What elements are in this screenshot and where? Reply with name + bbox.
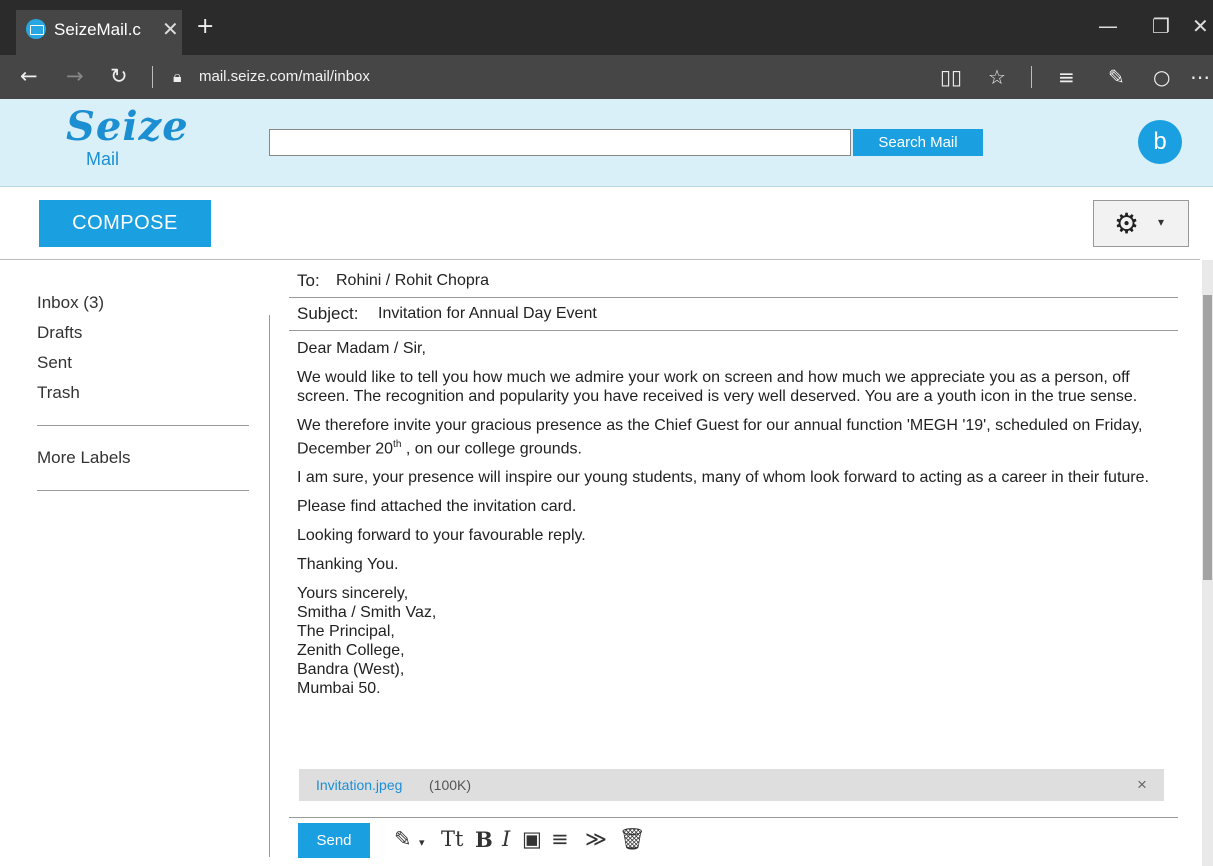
hub-icon[interactable]: ≡ bbox=[1058, 65, 1075, 89]
logo-subtitle: Mail bbox=[86, 149, 120, 169]
chevron-down-icon: ▾ bbox=[1158, 215, 1165, 229]
more-icon[interactable]: ⋯ bbox=[1190, 65, 1210, 89]
toolbar-divider bbox=[0, 259, 1200, 260]
sidebar: Inbox (3) Drafts Sent Trash More Labels bbox=[37, 288, 249, 491]
sidebar-divider bbox=[37, 490, 249, 491]
signature-line: Mumbai 50. bbox=[297, 680, 381, 698]
compose-button[interactable]: COMPOSE bbox=[39, 200, 211, 247]
browser-tab[interactable]: SeizeMail.c ✕ bbox=[16, 10, 182, 55]
trash-icon[interactable]: 🗑︎ bbox=[619, 827, 646, 852]
close-window-icon[interactable]: ✕ bbox=[1192, 14, 1209, 38]
scrollbar-thumb[interactable] bbox=[1203, 295, 1212, 580]
chevron-down-icon[interactable]: ▾ bbox=[419, 836, 425, 849]
attachment-name[interactable]: Invitation.jpeg bbox=[316, 777, 402, 793]
attachment-bar: Invitation.jpeg (100K) × bbox=[299, 769, 1164, 801]
share-icon[interactable]: ○ bbox=[1153, 65, 1170, 89]
body-paragraph: Looking forward to your favourable reply… bbox=[297, 527, 586, 545]
search-mail-button[interactable]: Search Mail bbox=[853, 129, 983, 156]
body-paragraph: We would like to tell you how much we ad… bbox=[297, 369, 1138, 405]
signature-line: Zenith College, bbox=[297, 642, 405, 660]
restore-icon[interactable]: ❐ bbox=[1152, 14, 1170, 38]
avatar[interactable]: b bbox=[1138, 120, 1182, 164]
favorites-icon[interactable]: ☆ bbox=[988, 65, 1006, 89]
address-separator bbox=[152, 66, 153, 88]
back-icon[interactable]: ← bbox=[20, 64, 38, 88]
url-field[interactable]: mail.seize.com/mail/inbox bbox=[199, 68, 370, 85]
new-tab-button[interactable]: + bbox=[196, 14, 214, 39]
toolbar-separator bbox=[1031, 66, 1032, 88]
to-label: To: bbox=[297, 271, 320, 290]
pane-divider bbox=[269, 315, 270, 857]
sidebar-item-inbox[interactable]: Inbox (3) bbox=[37, 288, 249, 318]
gear-icon: ⚙ bbox=[1114, 207, 1140, 240]
tab-title: SeizeMail.c bbox=[54, 20, 141, 39]
forward-icon[interactable]: → bbox=[66, 64, 84, 88]
bold-button[interactable]: B bbox=[475, 827, 493, 852]
body-paragraph: Thanking You. bbox=[297, 556, 399, 574]
more-formatting-icon[interactable]: ≫ bbox=[585, 827, 607, 851]
attach-icon[interactable]: ✎ bbox=[394, 827, 412, 851]
attachment-size: (100K) bbox=[429, 777, 472, 793]
signature-line: Yours sincerely, bbox=[297, 585, 409, 603]
body-paragraph: I am sure, your presence will inspire ou… bbox=[297, 469, 1149, 487]
browser-tab-bar: SeizeMail.c ✕ + — ❐ ✕ bbox=[0, 0, 1213, 55]
logo[interactable]: Seize bbox=[66, 103, 189, 150]
body-paragraph: Please find attached the invitation card… bbox=[297, 498, 577, 516]
greeting: Dear Madam / Sir, bbox=[297, 340, 426, 357]
address-bar: ← → ↻ 🔒︎ mail.seize.com/mail/inbox ▯▯ ☆ … bbox=[0, 55, 1213, 99]
list-icon[interactable]: ≡ bbox=[551, 827, 569, 851]
signature: Yours sincerely, Smitha / Smith Vaz, The… bbox=[297, 584, 1172, 698]
lock-icon: 🔒︎ bbox=[173, 67, 182, 86]
signature-line: The Principal, bbox=[297, 623, 395, 641]
sidebar-item-sent[interactable]: Sent bbox=[37, 348, 249, 378]
signature-line: Bandra (West), bbox=[297, 661, 405, 679]
web-note-icon[interactable]: ✎ bbox=[1108, 65, 1125, 89]
body-paragraph: We therefore invite your gracious presen… bbox=[297, 416, 1172, 458]
subject-field[interactable]: Subject: Invitation for Annual Day Event bbox=[289, 299, 1178, 331]
sidebar-item-drafts[interactable]: Drafts bbox=[37, 318, 249, 348]
search-input[interactable] bbox=[269, 129, 851, 156]
sidebar-item-more-labels[interactable]: More Labels bbox=[37, 443, 249, 473]
body-text-span: , on our college grounds. bbox=[401, 440, 582, 458]
refresh-icon[interactable]: ↻ bbox=[110, 64, 128, 88]
sidebar-item-trash[interactable]: Trash bbox=[37, 378, 249, 408]
to-value[interactable]: Rohini / Rohit Chopra bbox=[336, 272, 489, 290]
sidebar-divider bbox=[37, 425, 249, 426]
compose-divider bbox=[289, 817, 1178, 818]
message-body[interactable]: Dear Madam / Sir, We would like to tell … bbox=[297, 339, 1172, 708]
remove-attachment-icon[interactable]: × bbox=[1137, 775, 1147, 795]
minimize-icon[interactable]: — bbox=[1098, 14, 1118, 38]
subject-label: Subject: bbox=[297, 304, 359, 323]
text-color-icon[interactable]: ▣ bbox=[522, 827, 542, 851]
settings-button[interactable]: ⚙ ▾ bbox=[1093, 200, 1189, 247]
to-field[interactable]: To: Rohini / Rohit Chopra bbox=[289, 266, 1178, 298]
send-button[interactable]: Send bbox=[298, 823, 370, 858]
italic-button[interactable]: I bbox=[502, 827, 510, 851]
reading-view-icon[interactable]: ▯▯ bbox=[940, 65, 962, 89]
mail-header: Seize Mail Search Mail b bbox=[0, 99, 1213, 187]
tab-close-icon[interactable]: ✕ bbox=[162, 17, 179, 42]
font-size-button[interactable]: Tt bbox=[441, 827, 463, 851]
mail-favicon-icon bbox=[26, 19, 46, 39]
signature-line: Smitha / Smith Vaz, bbox=[297, 604, 437, 622]
subject-value[interactable]: Invitation for Annual Day Event bbox=[378, 305, 597, 323]
